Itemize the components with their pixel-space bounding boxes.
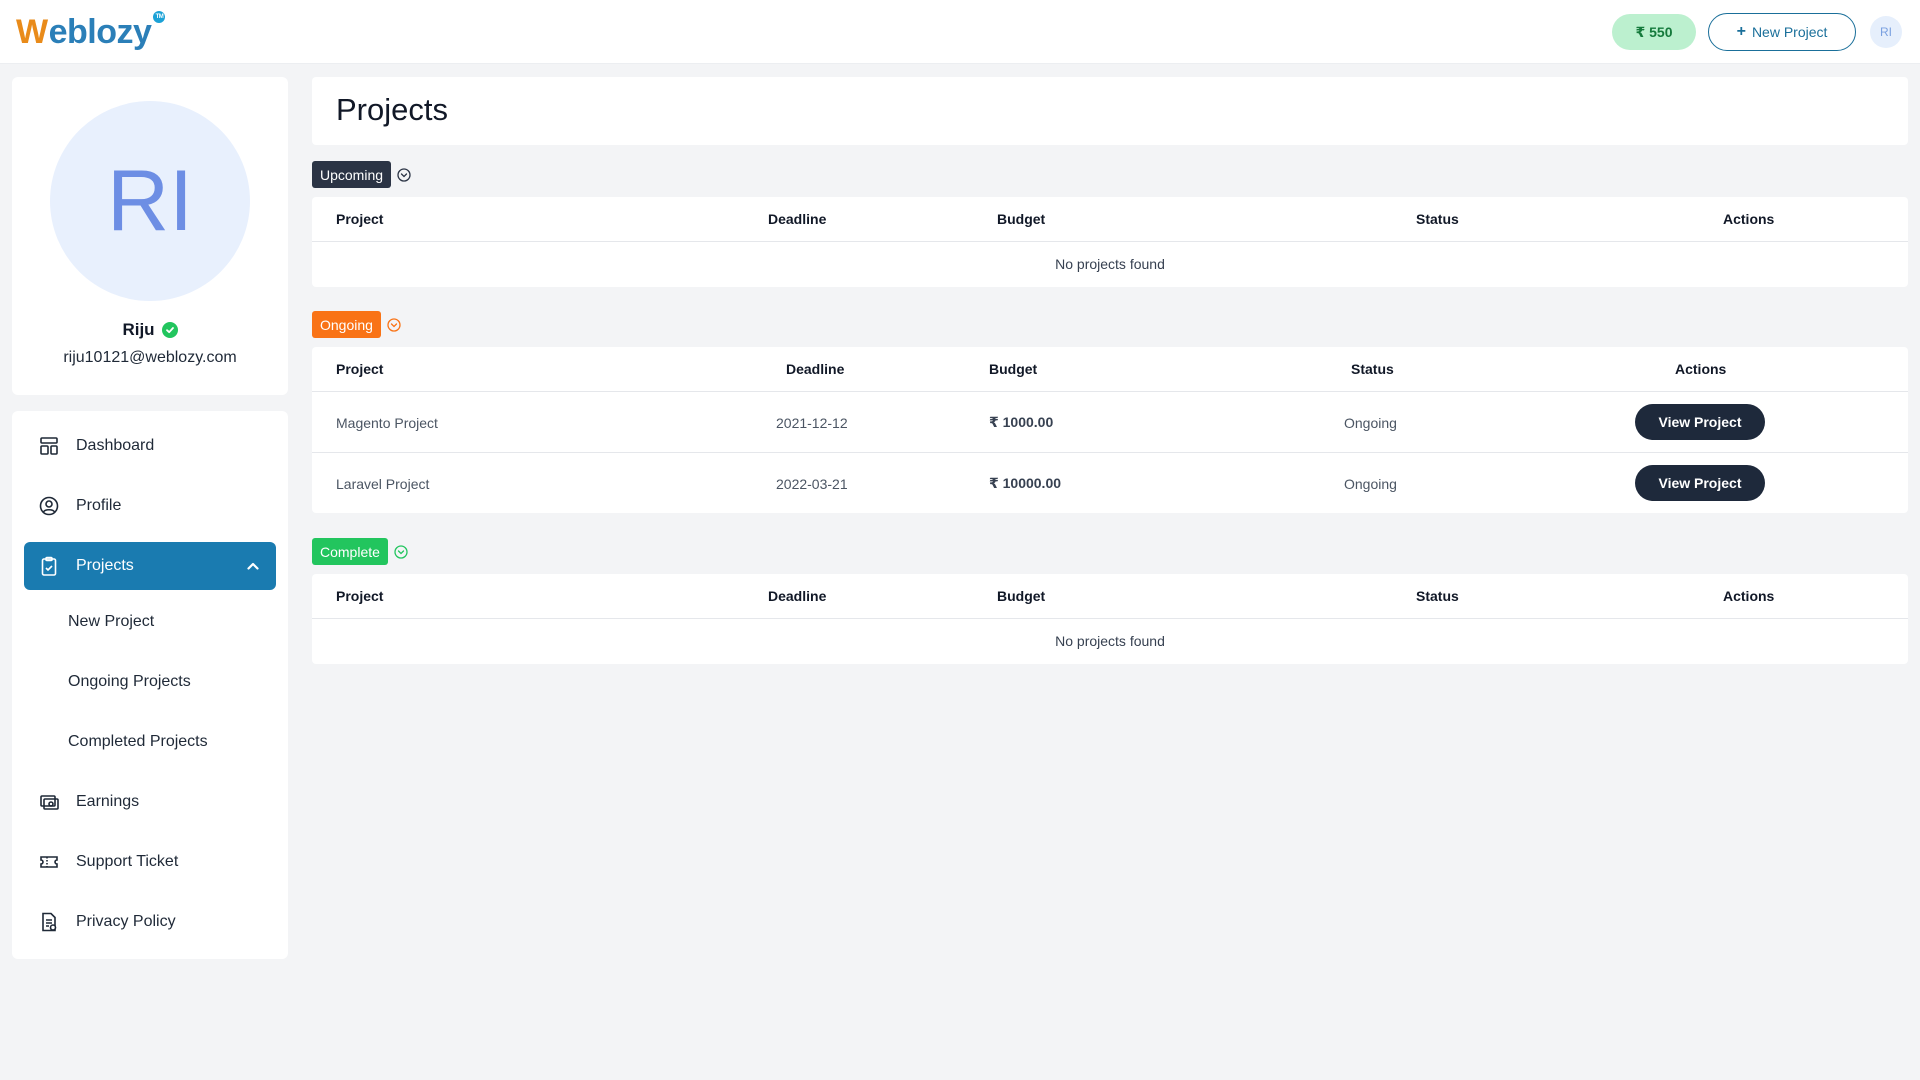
chevron-down-circle-icon[interactable]: [397, 168, 411, 182]
status-cell: Ongoing: [1344, 475, 1397, 492]
column-header-project: Project: [336, 211, 384, 227]
ticket-icon: [40, 856, 58, 868]
dashboard-icon: [40, 437, 58, 455]
chevron-up-icon[interactable]: [244, 557, 262, 575]
column-header-deadline: Deadline: [768, 211, 827, 227]
sidebar-item-support-ticket[interactable]: Support Ticket: [24, 838, 276, 886]
status-cell: Ongoing: [1344, 414, 1397, 431]
column-header-budget: Budget: [997, 211, 1046, 227]
weblozy-logo[interactable]: Weblozy TM: [16, 11, 166, 52]
column-header-budget: Budget: [989, 361, 1038, 377]
sidebar-subitem-completed-projects[interactable]: Completed Projects: [68, 724, 208, 760]
profile-card: RI Riju riju10121@weblozy.com: [12, 77, 288, 395]
complete-projects-table: Project Deadline Budget Status Actions N…: [312, 574, 1908, 664]
sidebar-item-earnings[interactable]: Earnings: [24, 778, 276, 826]
table-header-divider: [312, 391, 1908, 392]
user-avatar[interactable]: RI: [1870, 16, 1902, 48]
deadline-cell: 2022-03-21: [776, 475, 848, 492]
new-project-button-label: New Project: [1751, 24, 1828, 40]
sidebar-item-profile[interactable]: Profile: [24, 482, 276, 530]
column-header-status: Status: [1416, 588, 1459, 604]
sidebar-item-dashboard[interactable]: Dashboard: [24, 422, 276, 470]
column-header-deadline: Deadline: [786, 361, 845, 377]
sidebar-item-label: Projects: [76, 557, 134, 574]
empty-state-text: No projects found: [1055, 633, 1165, 649]
section-tag-complete[interactable]: Complete: [312, 538, 388, 565]
table-header-divider: [312, 241, 1908, 242]
column-header-actions: Actions: [1723, 211, 1775, 227]
table-header-divider: [312, 618, 1908, 619]
column-header-project: Project: [336, 588, 384, 604]
sidebar-subitem-new-project[interactable]: New Project: [68, 604, 154, 640]
sidebar-item-label: Support Ticket: [76, 853, 179, 870]
empty-state-text: No projects found: [1055, 256, 1165, 272]
section-tag-upcoming[interactable]: Upcoming: [312, 161, 392, 188]
column-header-status: Status: [1351, 361, 1394, 377]
deadline-cell: 2021-12-12: [776, 414, 848, 431]
column-header-project: Project: [336, 361, 384, 377]
sidebar-item-label: Earnings: [76, 793, 140, 810]
budget-cell: ₹ 10000.00: [989, 475, 1062, 491]
cash-icon: [40, 795, 59, 810]
sidebar-item-label: Profile: [76, 497, 122, 514]
sidebar-item-label: Privacy Policy: [76, 913, 176, 930]
view-project-button[interactable]: View Project: [1635, 404, 1765, 440]
verified-check-icon: [161, 322, 178, 338]
profile-name: Riju: [122, 320, 155, 339]
profile-name-row: Riju: [12, 320, 288, 340]
chevron-down-circle-icon[interactable]: [394, 545, 408, 559]
column-header-actions: Actions: [1723, 588, 1775, 604]
sidebar-nav: Dashboard Profile Projects New Project O…: [12, 411, 288, 959]
trademark-badge: TM: [153, 11, 166, 23]
column-header-budget: Budget: [997, 588, 1046, 604]
profile-avatar: RI: [50, 101, 250, 301]
sidebar-item-projects[interactable]: Projects: [24, 542, 276, 590]
profile-email: riju10121@weblozy.com: [63, 349, 237, 366]
page-title: Projects: [336, 92, 448, 127]
ongoing-projects-table: Project Deadline Budget Status Actions M…: [312, 347, 1908, 513]
sidebar-item-privacy-policy[interactable]: Privacy Policy: [24, 898, 276, 946]
logo-letter-w: W: [16, 12, 48, 51]
column-header-deadline: Deadline: [768, 588, 827, 604]
budget-cell: ₹ 1000.00: [989, 414, 1054, 430]
new-project-button[interactable]: + New Project: [1708, 13, 1856, 51]
wallet-balance-badge[interactable]: ₹ 550: [1612, 14, 1696, 50]
sidebar-subitem-ongoing-projects[interactable]: Ongoing Projects: [68, 664, 191, 700]
column-header-actions: Actions: [1675, 361, 1727, 377]
clipboard-icon: [41, 556, 57, 576]
logo-wordmark: eblozy: [48, 12, 152, 51]
view-project-button[interactable]: View Project: [1635, 465, 1765, 501]
row-divider: [312, 452, 1908, 453]
upcoming-projects-table: Project Deadline Budget Status Actions N…: [312, 197, 1908, 287]
section-tag-ongoing[interactable]: Ongoing: [312, 311, 381, 338]
plus-icon: +: [1736, 23, 1746, 40]
sidebar-item-label: Dashboard: [76, 437, 155, 454]
chevron-down-circle-icon[interactable]: [387, 318, 401, 332]
user-circle-icon: [39, 496, 59, 516]
column-header-status: Status: [1416, 211, 1459, 227]
document-icon: [42, 912, 57, 932]
project-name-cell: Laravel Project: [336, 475, 430, 492]
page-header-card: Projects: [312, 77, 1908, 145]
top-navbar: Weblozy TM ₹ 550 + New Project RI: [0, 0, 1920, 64]
project-name-cell: Magento Project: [336, 414, 438, 431]
